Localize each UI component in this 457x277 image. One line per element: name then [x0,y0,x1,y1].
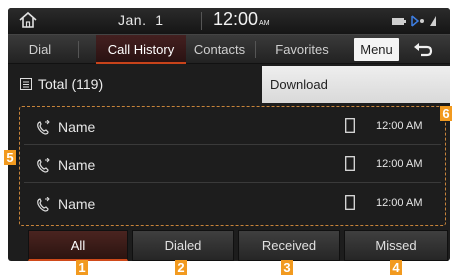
call-history-list: Name 12:00 AM Name 12:00 AM Name 12:00 A… [19,106,446,226]
home-icon[interactable] [18,11,38,29]
divider [78,41,79,58]
tab-bar: Dial Call History Contacts Favorites Men… [8,34,450,64]
filter-all-button[interactable]: All [28,230,128,261]
call-time: 12:00 AM [376,197,423,209]
total-count: Total (119) [38,76,104,92]
contact-name: Name [58,196,96,212]
divider [201,12,202,30]
callout-label: 1 [76,260,88,275]
callout-label: 4 [390,260,402,275]
call-time: 12:00 AM [376,120,423,132]
list-item[interactable]: Name 12:00 AM [24,109,441,145]
list-icon [20,78,32,90]
contact-name: Name [58,157,96,173]
phone-icon [37,158,50,173]
list-item[interactable]: Name 12:00 AM [24,147,441,183]
contact-name: Name [58,119,96,135]
clock: 12:00AM [213,9,270,30]
clock-ampm: AM [259,20,270,27]
download-menu-item[interactable]: Download [270,77,328,92]
mobile-icon [345,156,355,171]
tab-call-history[interactable]: Call History [96,35,186,64]
mobile-icon [345,118,355,133]
filter-received-button[interactable]: Received [238,230,340,261]
menu-dropdown: Download [262,66,450,103]
menu-button[interactable]: Menu [354,38,399,61]
callout-label: 2 [175,260,187,275]
mobile-icon [345,195,355,210]
call-time: 12:00 AM [376,158,423,170]
callout-label: 5 [4,150,16,165]
filter-bar: All Dialed Received Missed [8,230,450,261]
tab-dial[interactable]: Dial [8,35,72,64]
status-bar: Jan. 1 12:00AM [8,8,450,34]
phone-icon [37,197,50,212]
status-icons [392,15,436,27]
filter-dialed-button[interactable]: Dialed [132,230,234,261]
list-item[interactable]: Name 12:00 AM [24,186,441,222]
tab-contacts[interactable]: Contacts [186,35,253,64]
filter-missed-button[interactable]: Missed [344,230,448,261]
tab-favorites[interactable]: Favorites [256,35,348,64]
phone-icon [37,120,50,135]
callout-label: 6 [440,106,452,121]
clock-time: 12:00 [213,9,259,29]
back-icon[interactable] [410,40,434,60]
callout-label: 3 [281,260,293,275]
head-unit-screen: Jan. 1 12:00AM Dial Call History Contact… [8,8,450,261]
date-display: Jan. 1 [118,12,164,28]
